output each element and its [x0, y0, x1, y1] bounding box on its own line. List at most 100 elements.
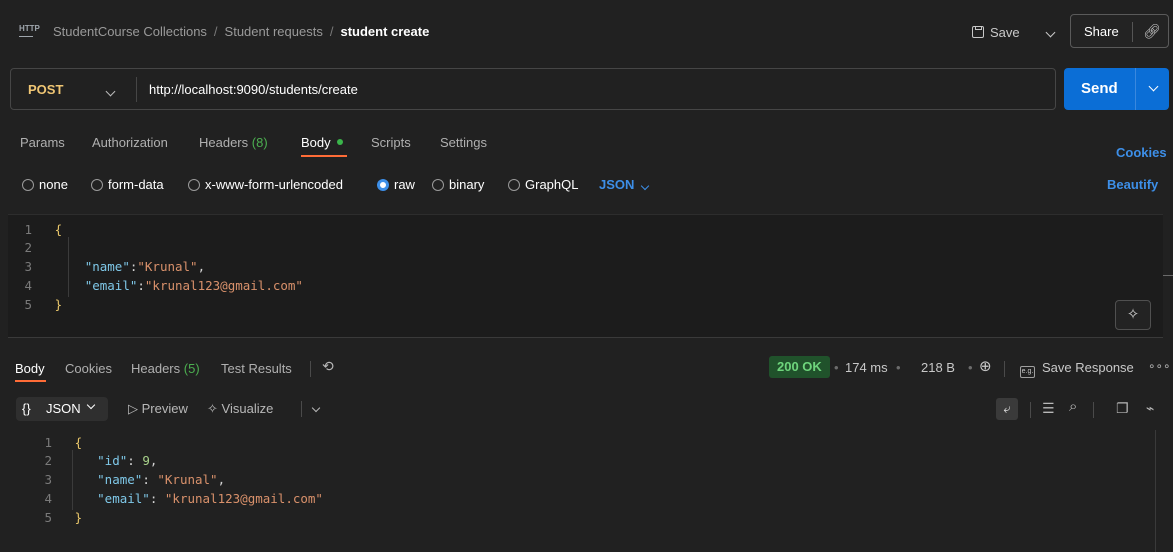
divider — [1004, 361, 1005, 377]
code-token: "name" — [97, 472, 143, 487]
code-token: } — [74, 510, 83, 525]
divider — [301, 401, 302, 417]
tab-params[interactable]: Params — [20, 135, 65, 150]
body-type-raw[interactable]: raw — [377, 177, 415, 192]
filter-icon[interactable]: ☰ — [1042, 400, 1055, 417]
method-chevron-down-icon[interactable] — [105, 83, 116, 98]
divider — [1093, 402, 1094, 418]
breadcrumb-folder[interactable]: Student requests — [225, 24, 323, 39]
send-button[interactable]: Send — [1081, 80, 1118, 97]
divider — [1030, 402, 1031, 418]
share-button[interactable]: Share — [1084, 24, 1119, 39]
line-number: 4 — [24, 278, 32, 293]
response-tab-test-results[interactable]: Test Results — [221, 361, 292, 376]
code-token: "email" — [84, 278, 138, 293]
more-options-icon[interactable]: ∘∘∘ — [1148, 359, 1171, 373]
search-icon[interactable]: ⌕ — [1069, 398, 1077, 415]
visualize-icon: ✧ — [207, 401, 218, 416]
preview-button[interactable]: ▷ Preview — [128, 401, 188, 417]
share-divider — [1132, 22, 1133, 42]
body-type-graphql[interactable]: GraphQL — [508, 177, 578, 192]
send-options-chevron-icon[interactable] — [1148, 81, 1159, 92]
copy-link-icon[interactable]: 🔗︎ — [1143, 23, 1161, 40]
line-number: 3 — [44, 472, 52, 487]
body-type-urlencoded[interactable]: x-www-form-urlencoded — [188, 177, 343, 192]
line-number: 5 — [24, 297, 32, 312]
visualize-magic-icon[interactable]: ✧ — [1115, 300, 1151, 330]
line-number: 5 — [44, 510, 52, 525]
tab-authorization[interactable]: Authorization — [92, 135, 168, 150]
body-type-graphql-label: GraphQL — [525, 177, 579, 192]
link-icon[interactable]: ⌁ — [1146, 400, 1154, 417]
active-tab-underline — [301, 155, 347, 157]
url-input[interactable]: http://localhost:9090/students/create — [149, 82, 358, 97]
copy-icon[interactable]: ❐ — [1116, 400, 1129, 417]
response-size[interactable]: 218 B — [921, 360, 955, 375]
language-selector[interactable]: JSON — [599, 177, 650, 192]
method-selector[interactable]: POST — [28, 82, 63, 97]
separator-dot: • — [968, 360, 973, 375]
scrollbar[interactable] — [1163, 275, 1173, 276]
breadcrumb-collection[interactable]: StudentCourse Collections — [53, 24, 207, 39]
line-number: 3 — [24, 259, 32, 274]
play-icon: ▷ — [128, 401, 138, 416]
body-type-none[interactable]: none — [22, 177, 68, 192]
save-button-label: Save — [990, 24, 1020, 40]
request-url-bar: POST http://localhost:9090/students/crea… — [10, 68, 1056, 110]
save-response-label: Save Response — [1042, 360, 1134, 375]
tab-headers[interactable]: Headers (8) — [199, 135, 268, 150]
response-tab-body[interactable]: Body — [15, 361, 45, 376]
code-line: 4 "email": "krunal123@gmail.com" — [32, 490, 323, 508]
radio-icon — [188, 179, 200, 191]
separator-dot: • — [834, 360, 839, 375]
response-format-selector[interactable]: {} JSON — [16, 397, 108, 421]
chevron-down-icon — [641, 181, 650, 191]
share-button-group: Share 🔗︎ — [1070, 14, 1169, 48]
code-line: 5 } — [32, 509, 82, 527]
code-line: 2 — [10, 239, 32, 257]
tab-settings[interactable]: Settings — [440, 135, 487, 150]
line-number: 2 — [24, 240, 32, 255]
tab-scripts[interactable]: Scripts — [371, 135, 411, 150]
breadcrumb-current-request[interactable]: student create — [340, 24, 429, 39]
radio-selected-icon — [377, 179, 389, 191]
language-selector-label: JSON — [599, 177, 635, 192]
body-type-form-data[interactable]: form-data — [91, 177, 164, 192]
code-token: "krunal123@gmail.com" — [164, 491, 323, 506]
body-type-none-label: none — [39, 177, 68, 192]
globe-icon[interactable]: ⊕ — [979, 357, 992, 375]
save-response-button[interactable]: e.g. Save Response — [1020, 360, 1134, 378]
body-modified-dot-icon — [336, 139, 343, 145]
beautify-button[interactable]: Beautify — [1107, 177, 1158, 192]
scrollbar[interactable] — [1155, 430, 1156, 552]
send-divider — [1135, 68, 1136, 110]
code-token: } — [54, 297, 63, 312]
body-type-binary[interactable]: binary — [432, 177, 484, 192]
request-body-editor[interactable]: 1 { 2 3 "name":"Krunal", 4 "email":"krun… — [8, 214, 1163, 338]
code-line: 4 "email":"krunal123@gmail.com" — [10, 277, 302, 295]
line-number: 1 — [24, 222, 32, 237]
braces-icon: {} — [22, 401, 31, 416]
breadcrumb-separator: / — [329, 24, 334, 39]
visualize-label: Visualize — [221, 401, 274, 416]
status-badge[interactable]: 200 OK — [769, 356, 830, 378]
cookies-link[interactable]: Cookies — [1116, 145, 1167, 160]
code-line: 5 } — [10, 296, 62, 314]
response-time[interactable]: 174 ms — [845, 360, 888, 375]
wrap-lines-icon[interactable]: ⤶ — [996, 398, 1018, 420]
visualize-chevron-down-icon[interactable] — [311, 399, 321, 414]
history-icon[interactable]: ⟲ — [322, 358, 334, 375]
http-request-icon: HTTP — [19, 25, 40, 37]
response-tab-headers[interactable]: Headers (5) — [131, 361, 200, 376]
response-tab-cookies[interactable]: Cookies — [65, 361, 112, 376]
active-tab-underline — [15, 380, 46, 382]
save-button[interactable]: Save — [972, 22, 1020, 42]
breadcrumb: StudentCourse Collections / Student requ… — [53, 24, 429, 39]
response-format-label: JSON — [46, 401, 81, 416]
response-body-viewer[interactable]: 1 { 2 "id": 9, 3 "name": "Krunal", 4 "em… — [0, 428, 1173, 552]
code-line: 3 "name": "Krunal", — [32, 471, 225, 489]
save-options-chevron-icon[interactable] — [1045, 24, 1056, 39]
visualize-button[interactable]: ✧ Visualize — [207, 401, 273, 417]
code-token: "email" — [97, 491, 150, 506]
tab-body[interactable]: Body — [301, 135, 343, 150]
